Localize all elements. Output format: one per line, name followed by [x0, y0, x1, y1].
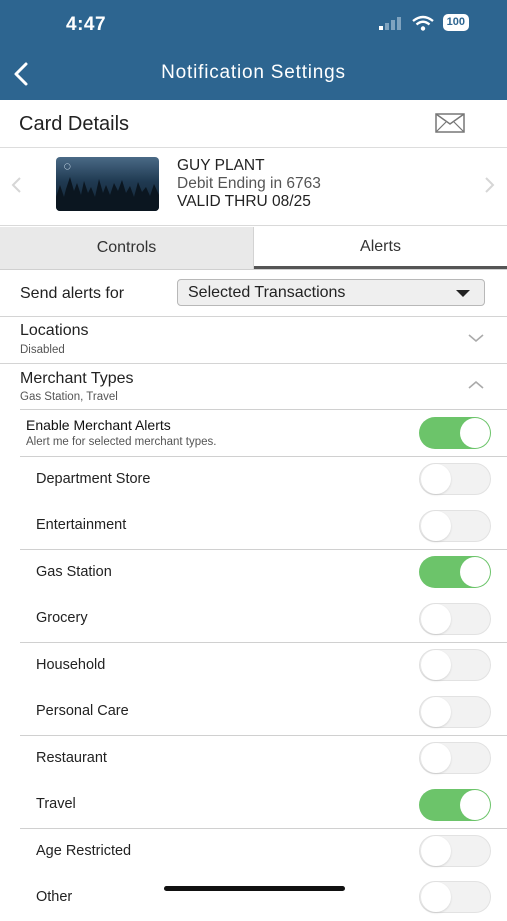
tab-alerts[interactable]: Alerts — [254, 227, 507, 269]
merchant-label: Other — [36, 889, 73, 905]
merchant-label: Restaurant — [36, 750, 107, 766]
send-alerts-value: Selected Transactions — [188, 284, 346, 301]
toggle-knob — [421, 882, 451, 912]
toggle-knob — [460, 418, 490, 448]
toggle-knob — [421, 650, 451, 680]
debit-card-image: ◯ — [56, 157, 159, 211]
merchant-label: Entertainment — [36, 517, 127, 533]
merchant-label: Travel — [36, 796, 76, 812]
status-time: 4:47 — [66, 14, 107, 35]
toggle-knob — [421, 511, 451, 541]
entertainment-toggle[interactable] — [419, 510, 491, 542]
status-icons: 100 — [378, 14, 469, 31]
caret-down-icon — [456, 290, 470, 297]
send-alerts-label: Send alerts for — [20, 285, 125, 302]
card-valid-thru: VALID THRU 08/25 — [177, 193, 311, 210]
personal-care-toggle[interactable] — [419, 696, 491, 728]
app-header: 4:47 100 Notification Settings — [0, 0, 507, 100]
toggle-knob — [460, 790, 490, 820]
merchant-types-summary: Gas Station, Travel — [20, 391, 118, 403]
page-title: Notification Settings — [161, 62, 346, 83]
home-indicator[interactable] — [164, 886, 345, 891]
merchant-types-title: Merchant Types — [20, 370, 134, 387]
chevron-left-icon[interactable] — [10, 176, 24, 194]
card-details-label: Card Details — [19, 113, 130, 135]
toggle-knob — [421, 697, 451, 727]
travel-toggle[interactable] — [419, 789, 491, 821]
toggle-knob — [421, 743, 451, 773]
toggle-knob — [421, 464, 451, 494]
card-details-bar: Card Details — [0, 100, 507, 148]
enable-merchant-alerts-toggle[interactable] — [419, 417, 491, 449]
enable-merchant-alerts-label: Enable Merchant Alerts — [26, 417, 171, 433]
battery-icon: 100 — [442, 14, 469, 31]
toggle-knob — [421, 604, 451, 634]
merchant-label: Department Store — [36, 471, 151, 487]
toggle-knob — [421, 836, 451, 866]
tab-controls[interactable]: Controls — [0, 227, 254, 269]
divider — [20, 409, 507, 410]
send-alerts-dropdown[interactable]: Selected Transactions — [177, 279, 485, 306]
chevron-right-icon[interactable] — [482, 176, 496, 194]
card-ending: Debit Ending in 6763 — [177, 175, 321, 192]
signal-icon — [378, 16, 401, 30]
household-toggle[interactable] — [419, 649, 491, 681]
card-logo: ◯ — [64, 164, 72, 170]
grocery-toggle[interactable] — [419, 603, 491, 635]
merchant-label: Personal Care — [36, 703, 129, 719]
merchant-label: Household — [36, 657, 106, 673]
chevron-up-icon[interactable] — [467, 379, 485, 391]
enable-merchant-alerts-description: Alert me for selected merchant types. — [26, 436, 217, 448]
chevron-down-icon[interactable] — [467, 332, 485, 344]
tab-bar: Controls Alerts — [0, 227, 507, 269]
locations-status: Disabled — [20, 344, 65, 356]
department-store-toggle[interactable] — [419, 463, 491, 495]
card-info: GUY PLANT Debit Ending in 6763 VALID THR… — [177, 157, 321, 211]
gas-station-toggle[interactable] — [419, 556, 491, 588]
locations-title: Locations — [20, 322, 89, 339]
wifi-icon — [411, 15, 434, 31]
merchant-label: Age Restricted — [36, 843, 132, 859]
toggle-knob — [460, 557, 490, 587]
other-toggle[interactable] — [419, 881, 491, 913]
card-holder-name: GUY PLANT — [177, 157, 265, 174]
forest-graphic — [56, 177, 159, 211]
merchant-label: Grocery — [36, 610, 88, 626]
age-restricted-toggle[interactable] — [419, 835, 491, 867]
merchant-label: Gas Station — [36, 564, 112, 580]
mail-icon[interactable] — [435, 113, 465, 133]
restaurant-toggle[interactable] — [419, 742, 491, 774]
